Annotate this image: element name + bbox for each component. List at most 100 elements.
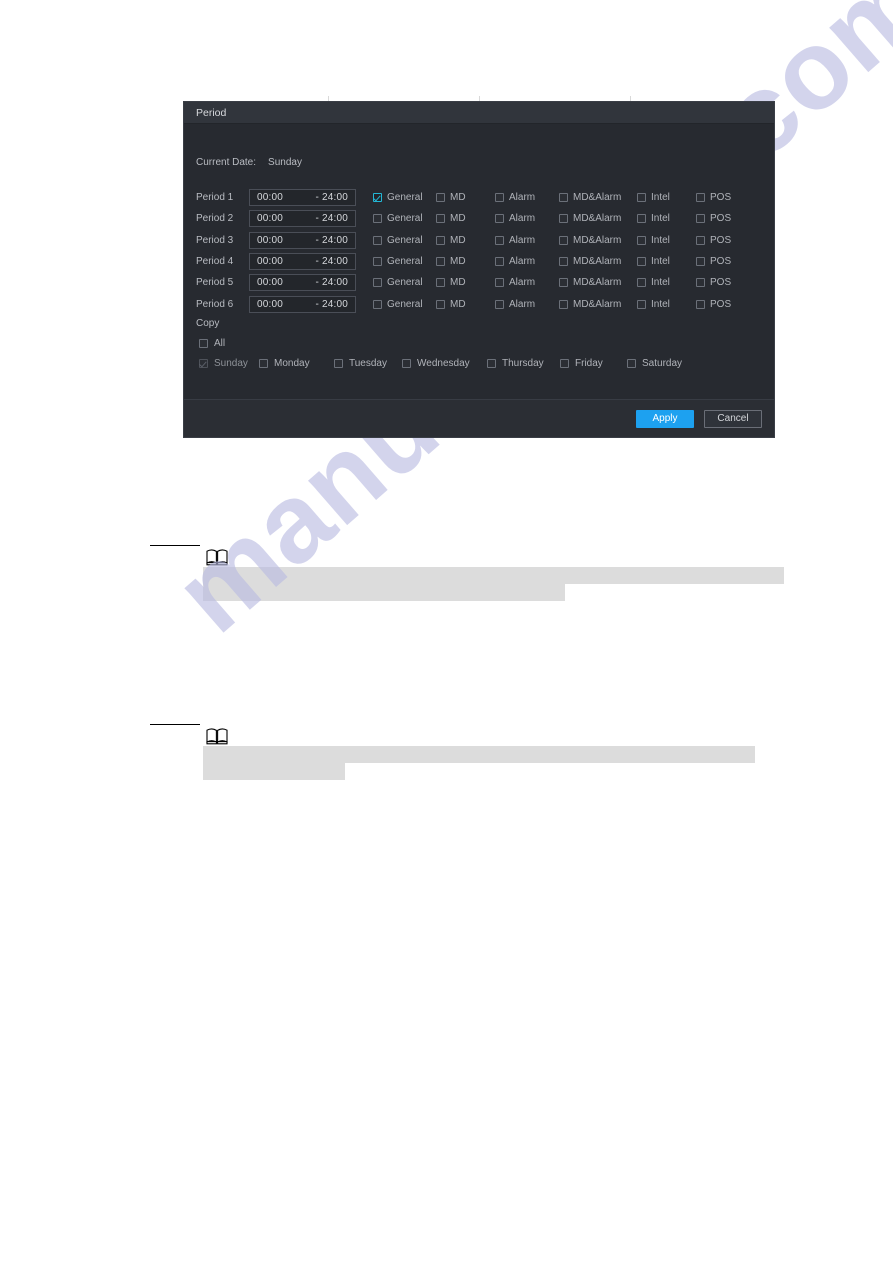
weekday-checkbox-monday[interactable] bbox=[259, 359, 268, 368]
weekday-item-wednesday[interactable]: Wednesday bbox=[402, 358, 470, 369]
event-checkbox-md-alarm[interactable] bbox=[559, 299, 568, 309]
event-checkbox-pos[interactable] bbox=[696, 235, 705, 245]
event-type-cell[interactable]: POS bbox=[696, 256, 746, 267]
weekday-item-thursday[interactable]: Thursday bbox=[487, 358, 544, 369]
weekday-item-tuesday[interactable]: Tuesday bbox=[334, 358, 387, 369]
event-checkbox-alarm[interactable] bbox=[495, 278, 504, 288]
event-type-cell[interactable]: Intel bbox=[637, 213, 696, 224]
event-checkbox-intel[interactable] bbox=[637, 214, 646, 224]
event-checkbox-md[interactable] bbox=[436, 193, 445, 203]
event-checkbox-general[interactable] bbox=[373, 257, 382, 267]
event-type-cell[interactable]: Intel bbox=[637, 299, 696, 310]
period-time-range-input[interactable]: 00:00 - 24:00 bbox=[249, 274, 356, 292]
period-end-time[interactable]: - 24:00 bbox=[315, 213, 348, 224]
event-checkbox-md[interactable] bbox=[436, 299, 445, 309]
event-type-cell[interactable]: MD&Alarm bbox=[559, 235, 637, 246]
event-checkbox-pos[interactable] bbox=[696, 214, 705, 224]
weekday-item-friday[interactable]: Friday bbox=[560, 358, 603, 369]
event-type-cell[interactable]: MD&Alarm bbox=[559, 192, 637, 203]
event-type-cell[interactable]: Intel bbox=[637, 235, 696, 246]
weekday-checkbox-saturday[interactable] bbox=[627, 359, 636, 368]
period-end-time[interactable]: - 24:00 bbox=[315, 299, 348, 310]
event-checkbox-intel[interactable] bbox=[637, 257, 646, 267]
event-type-cell[interactable]: POS bbox=[696, 235, 746, 246]
period-end-time[interactable]: - 24:00 bbox=[315, 277, 348, 288]
period-start-time[interactable]: 00:00 bbox=[257, 299, 283, 310]
event-type-cell[interactable]: General bbox=[373, 299, 436, 310]
period-time-range-input[interactable]: 00:00 - 24:00 bbox=[249, 295, 356, 313]
event-type-cell[interactable]: MD bbox=[436, 235, 495, 246]
event-type-cell[interactable]: Intel bbox=[637, 256, 696, 267]
event-type-cell[interactable]: MD bbox=[436, 213, 495, 224]
event-checkbox-md-alarm[interactable] bbox=[559, 193, 568, 203]
weekday-checkbox-tuesday[interactable] bbox=[334, 359, 343, 368]
event-checkbox-pos[interactable] bbox=[696, 193, 705, 203]
apply-button[interactable]: Apply bbox=[636, 409, 694, 428]
period-start-time[interactable]: 00:00 bbox=[257, 256, 283, 267]
period-end-time[interactable]: - 24:00 bbox=[315, 192, 348, 203]
weekday-item-sunday[interactable]: Sunday bbox=[199, 358, 248, 369]
period-time-range-input[interactable]: 00:00 - 24:00 bbox=[249, 189, 356, 207]
period-time-range-input[interactable]: 00:00 - 24:00 bbox=[249, 231, 356, 249]
event-type-cell[interactable]: Intel bbox=[637, 277, 696, 288]
event-checkbox-md[interactable] bbox=[436, 257, 445, 267]
event-checkbox-md-alarm[interactable] bbox=[559, 278, 568, 288]
event-checkbox-general[interactable] bbox=[373, 299, 382, 309]
event-type-cell[interactable]: POS bbox=[696, 192, 746, 203]
event-type-cell[interactable]: MD&Alarm bbox=[559, 277, 637, 288]
weekday-item-monday[interactable]: Monday bbox=[259, 358, 310, 369]
event-type-cell[interactable]: POS bbox=[696, 213, 746, 224]
event-checkbox-alarm[interactable] bbox=[495, 214, 504, 224]
event-type-cell[interactable]: MD&Alarm bbox=[559, 256, 637, 267]
event-checkbox-general[interactable] bbox=[373, 278, 382, 288]
event-checkbox-alarm[interactable] bbox=[495, 299, 504, 309]
weekday-checkbox-friday[interactable] bbox=[560, 359, 569, 368]
event-checkbox-intel[interactable] bbox=[637, 278, 646, 288]
event-type-cell[interactable]: MD&Alarm bbox=[559, 213, 637, 224]
event-type-cell[interactable]: MD bbox=[436, 277, 495, 288]
event-checkbox-general[interactable] bbox=[373, 235, 382, 245]
period-end-time[interactable]: - 24:00 bbox=[315, 235, 348, 246]
event-type-cell[interactable]: MD bbox=[436, 299, 495, 310]
event-type-cell[interactable]: Alarm bbox=[495, 235, 559, 246]
event-checkbox-md[interactable] bbox=[436, 214, 445, 224]
event-checkbox-alarm[interactable] bbox=[495, 193, 504, 203]
period-start-time[interactable]: 00:00 bbox=[257, 192, 283, 203]
event-type-cell[interactable]: POS bbox=[696, 299, 746, 310]
event-type-cell[interactable]: Alarm bbox=[495, 213, 559, 224]
event-checkbox-pos[interactable] bbox=[696, 278, 705, 288]
event-type-cell[interactable]: Intel bbox=[637, 192, 696, 203]
event-type-cell[interactable]: Alarm bbox=[495, 299, 559, 310]
period-start-time[interactable]: 00:00 bbox=[257, 235, 283, 246]
event-checkbox-alarm[interactable] bbox=[495, 235, 504, 245]
copy-all-row[interactable]: All bbox=[199, 338, 225, 349]
event-type-cell[interactable]: MD bbox=[436, 192, 495, 203]
event-type-cell[interactable]: Alarm bbox=[495, 256, 559, 267]
weekday-item-saturday[interactable]: Saturday bbox=[627, 358, 682, 369]
event-checkbox-general[interactable] bbox=[373, 193, 382, 203]
event-type-cell[interactable]: Alarm bbox=[495, 192, 559, 203]
event-checkbox-general[interactable] bbox=[373, 214, 382, 224]
event-type-cell[interactable]: General bbox=[373, 213, 436, 224]
event-type-cell[interactable]: General bbox=[373, 277, 436, 288]
weekday-checkbox-thursday[interactable] bbox=[487, 359, 496, 368]
cancel-button[interactable]: Cancel bbox=[704, 409, 762, 428]
weekday-checkbox-wednesday[interactable] bbox=[402, 359, 411, 368]
event-type-cell[interactable]: General bbox=[373, 192, 436, 203]
period-start-time[interactable]: 00:00 bbox=[257, 213, 283, 224]
event-type-cell[interactable]: General bbox=[373, 256, 436, 267]
period-time-range-input[interactable]: 00:00 - 24:00 bbox=[249, 210, 356, 228]
event-checkbox-md-alarm[interactable] bbox=[559, 257, 568, 267]
event-type-cell[interactable]: MD bbox=[436, 256, 495, 267]
period-time-range-input[interactable]: 00:00 - 24:00 bbox=[249, 253, 356, 271]
event-checkbox-intel[interactable] bbox=[637, 299, 646, 309]
event-checkbox-intel[interactable] bbox=[637, 235, 646, 245]
event-checkbox-intel[interactable] bbox=[637, 193, 646, 203]
event-checkbox-md[interactable] bbox=[436, 235, 445, 245]
copy-all-checkbox[interactable] bbox=[199, 339, 208, 348]
event-checkbox-pos[interactable] bbox=[696, 299, 705, 309]
event-checkbox-md[interactable] bbox=[436, 278, 445, 288]
event-checkbox-alarm[interactable] bbox=[495, 257, 504, 267]
period-end-time[interactable]: - 24:00 bbox=[315, 256, 348, 267]
event-checkbox-md-alarm[interactable] bbox=[559, 235, 568, 245]
